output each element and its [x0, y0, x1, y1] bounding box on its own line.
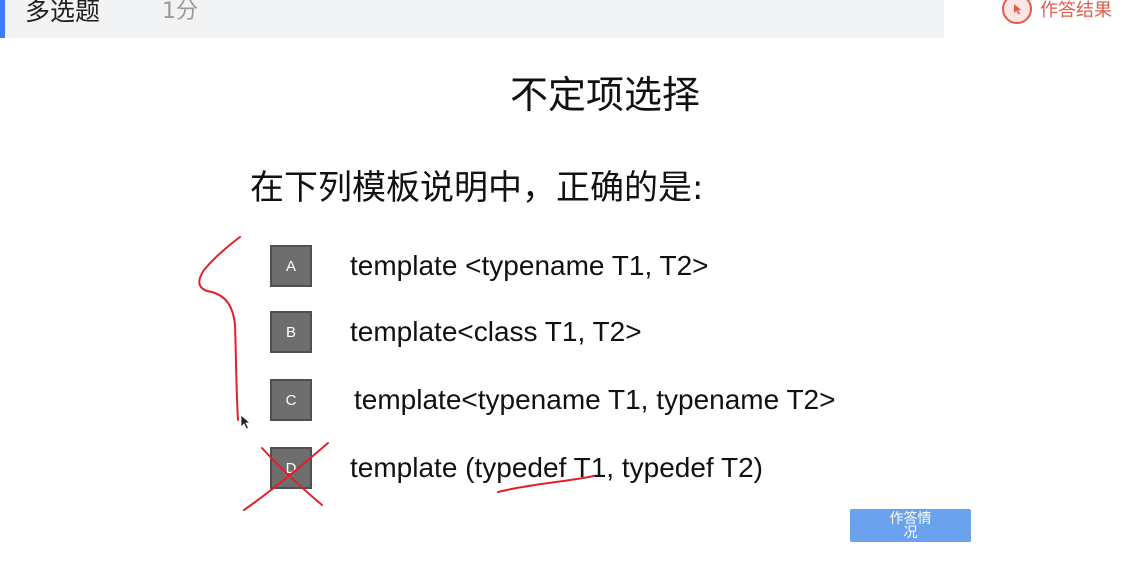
- option-b[interactable]: B template<class T1, T2>: [270, 311, 642, 353]
- option-c-box[interactable]: C: [270, 379, 312, 421]
- question-score: 1分: [162, 0, 198, 24]
- option-a[interactable]: A template <typename T1, T2>: [270, 245, 709, 287]
- option-d-text: template (typedef T1, typedef T2): [350, 452, 763, 483]
- option-d[interactable]: D template (typedef T1, typedef T2): [270, 447, 763, 489]
- option-a-box[interactable]: A: [270, 245, 312, 287]
- pointer-icon: [1002, 0, 1032, 24]
- question-text: 在下列模板说明中，正确的是:: [250, 168, 704, 208]
- option-b-box[interactable]: B: [270, 311, 312, 353]
- bracket-annotation: [198, 236, 241, 421]
- option-d-box[interactable]: D: [270, 447, 312, 489]
- option-c[interactable]: C template<typename T1, typename T2>: [270, 379, 835, 421]
- question-header: 多选题 1分: [0, 0, 944, 38]
- slide-title: 不定项选择: [509, 73, 700, 117]
- mouse-cursor-icon: [240, 414, 252, 430]
- option-a-text: template <typename T1, T2>: [350, 250, 709, 281]
- option-c-text: template<typename T1, typename T2>: [354, 384, 836, 415]
- answer-result-label: 作答结果: [1040, 0, 1112, 21]
- question-type-label: 多选题: [25, 0, 101, 26]
- answer-result-button[interactable]: 作答结果: [1002, 0, 1147, 26]
- option-b-text: template<class T1, T2>: [350, 316, 642, 347]
- answer-status-button[interactable]: 作答情况: [850, 509, 971, 542]
